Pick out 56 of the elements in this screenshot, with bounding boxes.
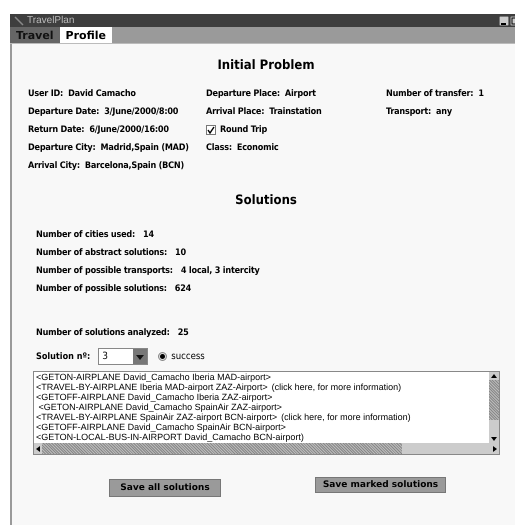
list-line[interactable]: <GETOFF-AIRPLANE David_Camacho SpainAir BCN-airport> — [36, 422, 286, 432]
stat-value: 10 — [175, 248, 186, 258]
field-value: David Camacho — [68, 89, 136, 99]
section-heading: Solutions — [235, 193, 297, 208]
field-label: Departure Date: — [28, 107, 100, 117]
window-icon — [14, 16, 24, 26]
stat-label: Number of abstract solutions: — [36, 248, 168, 258]
stat-label: Number of solutions analyzed: — [36, 328, 170, 338]
field-label: Class: — [206, 143, 232, 153]
scroll-right-icon[interactable] — [491, 444, 499, 454]
solution-label: Solution nº: — [36, 352, 90, 362]
save-button[interactable]: Save all solutions — [109, 479, 221, 497]
caret-icon — [133, 349, 148, 364]
list-line[interactable]: <GETON-LOCAL-BUS-IN-AIRPORT David_Camacho BCN-airport) — [36, 432, 304, 442]
checkbox-label: Round Trip — [220, 125, 268, 135]
field-value: 6/June/2000/16:00 — [89, 125, 169, 135]
field-label: Transport: — [386, 107, 432, 117]
stat-value: 4 local, 3 intercity — [180, 266, 260, 276]
vertical-scrollbar[interactable] — [489, 372, 499, 443]
field-label: User ID: — [28, 89, 64, 99]
field-label: Arrival City: — [28, 161, 80, 171]
field-label: Departure City: — [28, 143, 96, 153]
info-link[interactable]: (click here, for more information) — [281, 412, 411, 422]
stat-label: Number of possible transports: — [36, 266, 173, 276]
solution-dropdown[interactable]: 3 — [98, 348, 148, 365]
list-line[interactable]: <TRAVEL-BY-AIRPLANE Iberia MAD-airport ZAZ-Airport> — [36, 382, 268, 392]
field-value: 1 — [478, 89, 484, 99]
list-line[interactable]: <GETOFF-AIRPLANE David_Camacho Iberia ZAZ-airport> — [36, 392, 272, 402]
stat-value: 624 — [174, 284, 192, 294]
list-line[interactable]: <GETON-AIRPLANE David_Camacho SpainAir ZAZ-airport> — [36, 402, 282, 412]
checkbox[interactable] — [206, 125, 216, 135]
field-value: Trainstation — [269, 107, 322, 117]
stat-label: Number of cities used: — [36, 230, 136, 240]
stat-value: 25 — [178, 328, 189, 338]
horizontal-scrollbar[interactable] — [34, 443, 499, 454]
window-title: TravelPlan — [27, 15, 74, 26]
field-value: Barcelona,Spain (BCN) — [84, 161, 184, 171]
radio-label: success — [171, 351, 205, 362]
field-value: 3/June/2000/8:00 — [104, 107, 178, 117]
section-heading: Initial Problem — [217, 58, 315, 73]
radio-button[interactable] — [158, 352, 168, 361]
field-value: Madrid,Spain (MAD) — [100, 143, 189, 153]
stat-value: 14 — [143, 230, 154, 240]
save-button[interactable]: Save marked solutions — [315, 477, 446, 493]
field-value: Economic — [236, 143, 278, 153]
tab[interactable]: Profile — [60, 27, 112, 43]
field-label: Return Date: — [28, 125, 84, 135]
stat-label: Number of possible solutions: — [36, 284, 167, 294]
list-line[interactable]: <GETON-AIRPLANE David_Camacho Iberia MAD-airport> — [36, 372, 271, 382]
field-value: Airport — [284, 89, 316, 99]
field-label: Number of transfer: — [386, 89, 474, 99]
list-line[interactable]: <TRAVEL-BY-AIRPLANE SpainAir ZAZ-airport BCN-airport> — [36, 412, 278, 422]
field-label: Arrival Place: — [206, 107, 264, 117]
info-link[interactable]: (click here, for more information) — [272, 382, 402, 392]
field-value: any — [436, 107, 452, 117]
field-label: Departure Place: — [206, 89, 280, 99]
